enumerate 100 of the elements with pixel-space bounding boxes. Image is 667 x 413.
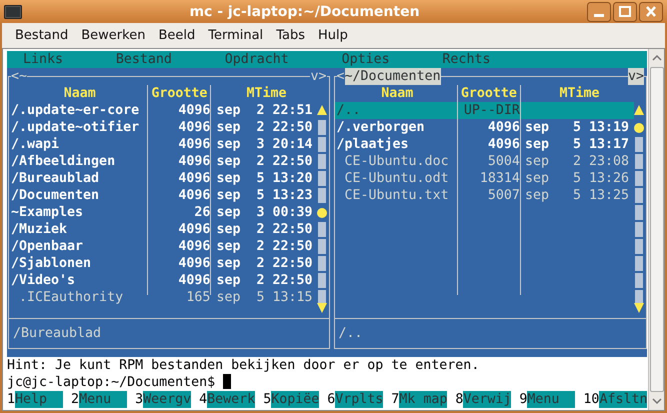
file-row[interactable]: .ICEauthority 165 sep 5 13:15 <box>9 289 316 306</box>
terminal-icon <box>4 4 22 18</box>
file-size: 4096 <box>177 102 212 119</box>
mini-status: /.. <box>334 318 646 348</box>
file-mtime: sep 2 22:50 <box>215 119 314 136</box>
menu-item[interactable]: Links <box>23 51 64 68</box>
file-size: 4096 <box>177 238 212 255</box>
file-mtime: sep 5 13:26 <box>524 170 630 187</box>
close-button[interactable] <box>639 2 663 22</box>
file-row[interactable]: ~Examples 26 sep 3 00:39 <box>9 204 316 221</box>
mini-status: /Bureaublad <box>9 318 328 348</box>
file-mtime: sep 5 13:17 <box>524 136 630 153</box>
file-name: /Sjablonen <box>10 255 92 272</box>
file-mtime: sep 2 22:50 <box>215 272 314 289</box>
file-size: 4096 <box>177 153 212 170</box>
file-row[interactable]: /.update~otifier 4096 sep 2 22:50 <box>9 119 316 136</box>
file-size: 4096 <box>486 119 521 136</box>
menu-item[interactable]: Beeld <box>151 28 202 43</box>
file-row[interactable]: /.. UP--DIR <box>334 102 634 119</box>
column-header[interactable]: Naam <box>334 85 458 102</box>
column-header[interactable]: Grootte <box>458 85 522 102</box>
file-size: UP--DIR <box>462 102 521 119</box>
file-size: 165 <box>185 289 212 306</box>
file-name: /.. <box>336 102 362 119</box>
file-row[interactable]: /.update~er-core 4096 sep 2 22:51 <box>9 102 316 119</box>
file-row[interactable]: /Video's 4096 sep 2 22:50 <box>9 272 316 289</box>
file-row[interactable]: CE-Ubuntu.odt 18314 sep 5 13:26 <box>334 170 634 187</box>
file-name: /.verborgen <box>336 119 426 136</box>
file-mtime: sep 3 20:14 <box>215 136 314 153</box>
column-header[interactable]: Grootte <box>148 85 212 102</box>
file-name: CE-Ubuntu.txt <box>344 187 450 204</box>
text-cursor <box>223 374 232 389</box>
file-row[interactable]: CE-Ubuntu.txt 5007 sep 5 13:25 <box>334 187 634 204</box>
file-mtime: sep 2 22:50 <box>215 221 314 238</box>
file-name: /.update~otifier <box>10 119 140 136</box>
file-row[interactable]: /plaatjes 4096 sep 5 13:17 <box>334 136 634 153</box>
menu-item[interactable]: Opties <box>342 51 390 68</box>
scrollbar[interactable] <box>648 49 664 410</box>
file-name: /Documenten <box>10 187 100 204</box>
menu-item[interactable]: Opdracht <box>224 51 289 68</box>
file-name: /Video's <box>10 272 76 289</box>
menu-item[interactable]: Bewerken <box>74 28 152 43</box>
file-size: 4096 <box>177 119 212 136</box>
file-name: /.update~er-core <box>10 102 140 119</box>
file-size: 26 <box>193 204 212 221</box>
file-name: /Bureaublad <box>10 170 100 187</box>
column-header[interactable]: MTime <box>522 85 634 102</box>
file-row[interactable]: /Openbaar 4096 sep 2 22:50 <box>9 238 316 255</box>
file-row[interactable]: /.wapi 4096 sep 3 20:14 <box>9 136 316 153</box>
column-header[interactable]: MTime <box>212 85 316 102</box>
panel-path: ~/Documenten <box>344 68 441 85</box>
file-row[interactable]: CE-Ubuntu.doc 5004 sep 2 23:08 <box>334 153 634 170</box>
minimize-button[interactable] <box>587 2 611 22</box>
menu-item[interactable]: Terminal <box>201 28 270 43</box>
file-name: /plaatjes <box>336 136 410 153</box>
menu-item[interactable]: Hulp <box>310 28 354 43</box>
file-size: 4096 <box>177 255 212 272</box>
file-mtime: sep 5 13:19 <box>524 119 630 136</box>
file-mtime: sep 2 22:50 <box>215 238 314 255</box>
file-size: 5004 <box>486 153 521 170</box>
file-size: 4096 <box>177 272 212 289</box>
file-name: /Muziek <box>10 221 68 238</box>
file-name: .ICEauthority <box>18 289 124 306</box>
window-title: mc - jc-laptop:~/Documenten <box>188 4 421 20</box>
file-size: 4096 <box>177 187 212 204</box>
file-mtime: sep 5 13:20 <box>215 170 314 187</box>
file-row[interactable]: /Bureaublad 4096 sep 5 13:20 <box>9 170 316 187</box>
file-size: 5007 <box>486 187 521 204</box>
file-row[interactable]: /.verborgen 4096 sep 5 13:19 <box>334 119 634 136</box>
file-size: 4096 <box>486 136 521 153</box>
menu-item[interactable]: Bestand <box>8 28 74 43</box>
file-size: 4096 <box>177 136 212 153</box>
hint-text: Hint: Je kunt RPM bestanden bekijken door er op te enteren. <box>7 357 480 374</box>
scroll-thumb[interactable] <box>650 67 664 392</box>
file-mtime: sep 2 22:50 <box>215 255 314 272</box>
file-mtime: sep 5 13:15 <box>215 289 314 306</box>
file-size: 4096 <box>177 170 212 187</box>
menu-item[interactable]: Bestand <box>116 51 172 68</box>
shell-prompt: jc@jc-laptop:~/Documenten$ <box>7 375 216 390</box>
file-mtime: sep 2 22:50 <box>215 153 314 170</box>
maximize-button[interactable] <box>613 2 637 22</box>
file-name: /Afbeeldingen <box>10 153 116 170</box>
file-row[interactable]: /Documenten 4096 sep 5 13:23 <box>9 187 316 204</box>
file-row[interactable]: /Muziek 4096 sep 2 22:50 <box>9 221 316 238</box>
menu-item[interactable]: Tabs <box>269 28 311 43</box>
file-mtime: sep 2 22:51 <box>215 102 314 119</box>
file-size: 18314 <box>478 170 521 187</box>
file-row[interactable]: /Afbeeldingen 4096 sep 2 22:50 <box>9 153 316 170</box>
file-mtime: sep 5 13:23 <box>215 187 314 204</box>
file-size: 4096 <box>177 221 212 238</box>
file-name: /.wapi <box>10 136 60 153</box>
file-row[interactable]: /Sjablonen 4096 sep 2 22:50 <box>9 255 316 272</box>
column-header[interactable]: Naam <box>9 85 148 102</box>
file-name: /Openbaar <box>10 238 84 255</box>
file-mtime: sep 5 13:25 <box>524 187 630 204</box>
file-mtime: sep 2 23:08 <box>524 153 630 170</box>
menu-item[interactable]: Rechts <box>442 51 490 68</box>
file-mtime: sep 3 00:39 <box>215 204 314 221</box>
file-name: ~Examples <box>10 204 84 221</box>
file-name: CE-Ubuntu.doc <box>344 153 450 170</box>
